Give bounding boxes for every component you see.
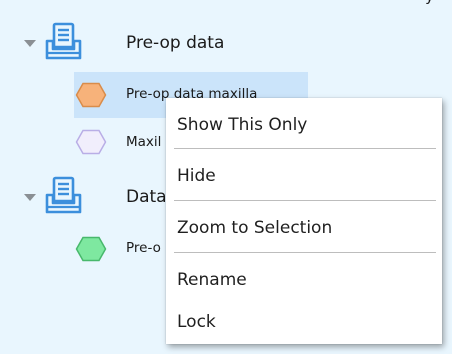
menu-item-lock[interactable]: Lock (166, 305, 442, 339)
menu-item-zoom-to-selection[interactable]: Zoom to Selection (166, 211, 442, 245)
tree-group-label: Data (126, 187, 167, 207)
expand-arrow-icon[interactable] (24, 40, 36, 47)
tree-group-label: Pre-op data (126, 33, 225, 53)
menu-item-label: Hide (177, 166, 216, 186)
menu-item-label: Show This Only (177, 115, 308, 135)
menu-item-label: Rename (177, 270, 247, 290)
expand-arrow-icon[interactable] (24, 194, 36, 201)
menu-item-label: Lock (177, 312, 216, 332)
menu-separator (174, 148, 436, 149)
tree-item-label: Pre-o (126, 240, 161, 256)
menu-item-show-this-only[interactable]: Show This Only (166, 108, 442, 142)
menu-separator (174, 200, 436, 201)
hexagon-icon (75, 82, 107, 108)
menu-separator (174, 252, 436, 253)
tray-icon (45, 22, 82, 60)
tray-icon (45, 176, 82, 214)
menu-item-rename[interactable]: Rename (166, 263, 442, 297)
menu-item-label: Zoom to Selection (177, 218, 333, 238)
tree-item-label: Maxil (126, 134, 162, 150)
menu-item-hide[interactable]: Hide (166, 159, 442, 193)
hexagon-icon (75, 236, 107, 262)
hexagon-icon (75, 129, 107, 155)
context-menu: Show This Only Hide Zoom to Selection Re… (166, 98, 442, 344)
